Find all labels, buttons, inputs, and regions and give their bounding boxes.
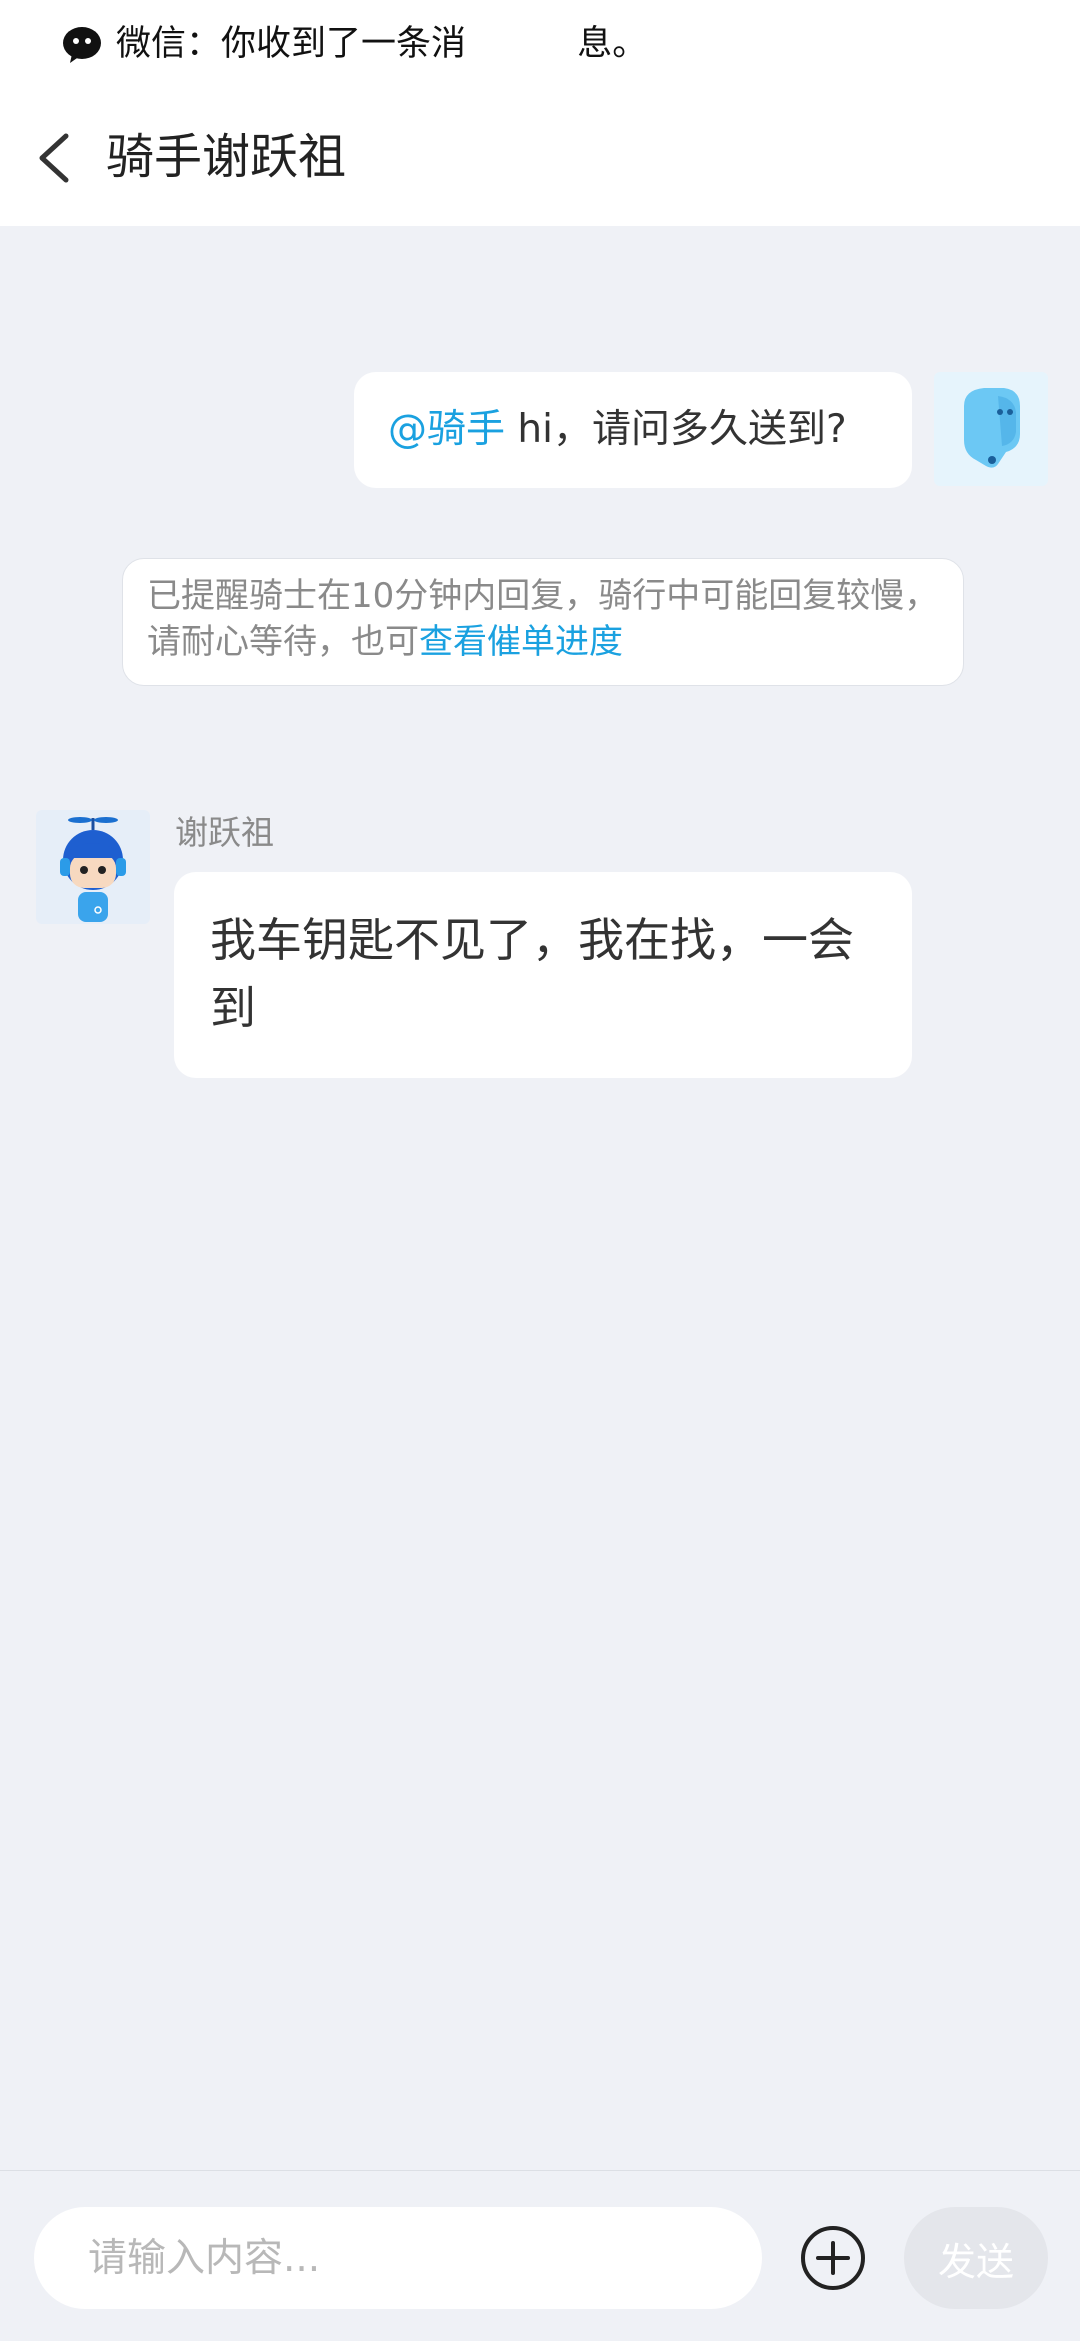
back-arrow-icon[interactable] bbox=[32, 128, 82, 188]
my-avatar[interactable] bbox=[934, 372, 1048, 486]
rider-name: 谢跃祖 bbox=[175, 813, 274, 852]
composer-bar: 发送 bbox=[0, 2170, 1080, 2341]
chat-header: 骑手谢跃祖 bbox=[0, 90, 1080, 226]
notification-banner[interactable]: 微信：你收到了一条消 息。 bbox=[0, 0, 1080, 90]
user-avatar-icon bbox=[964, 388, 1020, 468]
outgoing-message-text: hi，请问多久送到? bbox=[505, 407, 847, 452]
page-title: 骑手谢跃祖 bbox=[106, 129, 347, 185]
notification-text: 微信：你收到了一条消 息。 bbox=[116, 24, 648, 64]
wechat-icon bbox=[63, 27, 101, 63]
incoming-message-text: 我车钥匙不见了，我在找，一会到 bbox=[210, 913, 854, 1035]
rider-avatar[interactable] bbox=[36, 810, 150, 924]
check-reminder-progress-link[interactable]: 查看催单进度 bbox=[419, 622, 623, 662]
incoming-message-bubble: 我车钥匙不见了，我在找，一会到 bbox=[174, 872, 912, 1078]
system-notice: 已提醒骑士在10分钟内回复，骑行中可能回复较慢，请耐心等待，也可查看催单进度 bbox=[122, 558, 964, 686]
send-button[interactable]: 发送 bbox=[904, 2207, 1048, 2309]
plus-circle-icon[interactable] bbox=[800, 2225, 866, 2291]
message-input[interactable] bbox=[34, 2207, 762, 2309]
rider-avatar-icon bbox=[60, 817, 126, 922]
outgoing-message-bubble: @骑手 hi，请问多久送到? bbox=[354, 372, 912, 488]
rider-mention[interactable]: @骑手 bbox=[388, 407, 505, 452]
